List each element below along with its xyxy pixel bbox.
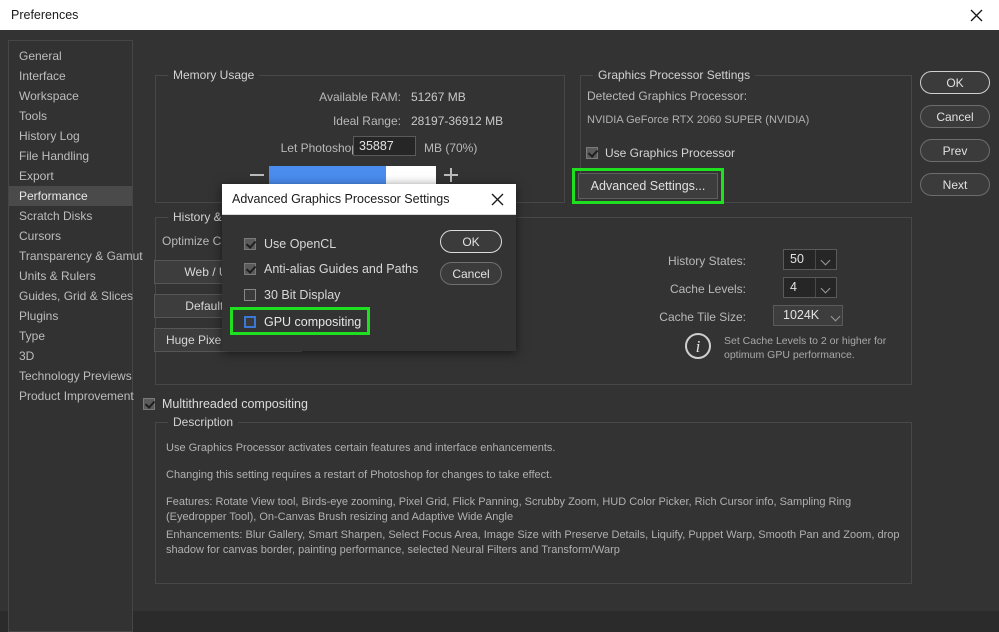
anti-alias-guides-paths-checkbox[interactable]: Anti-alias Guides and Paths	[244, 262, 418, 276]
ideal-range-label: Ideal Range:	[196, 114, 401, 128]
sidebar-item-plugins[interactable]: Plugins	[9, 306, 132, 326]
modal-title: Advanced Graphics Processor Settings	[232, 192, 449, 206]
sidebar-item-type[interactable]: Type	[9, 326, 132, 346]
cache-levels-value: 4	[790, 280, 797, 294]
available-ram-label: Available RAM:	[196, 90, 401, 104]
memory-slider[interactable]	[269, 166, 436, 184]
sidebar-item-scratch-disks[interactable]: Scratch Disks	[9, 206, 132, 226]
memory-unit-percent-label: MB (70%)	[424, 141, 477, 155]
use-opencl-checkbox[interactable]: Use OpenCL	[244, 237, 336, 251]
advanced-settings-button[interactable]: Advanced Settings...	[578, 173, 718, 199]
description-group: Description Use Graphics Processor activ…	[155, 422, 912, 584]
sidebar-item-guides-grid-slices[interactable]: Guides, Grid & Slices	[9, 286, 132, 306]
sidebar-item-units-rulers[interactable]: Units & Rulers	[9, 266, 132, 286]
close-icon[interactable]	[480, 184, 514, 214]
description-paragraph: Enhancements: Blur Gallery, Smart Sharpe…	[166, 528, 901, 558]
gpu-compositing-label: GPU compositing	[264, 315, 361, 329]
cache-tile-size-value: 1024K	[783, 308, 819, 322]
info-icon: i	[685, 333, 711, 359]
cache-levels-label: Cache Levels:	[586, 282, 746, 296]
close-icon[interactable]	[953, 0, 999, 30]
preferences-category-list[interactable]: General Interface Workspace Tools Histor…	[8, 40, 133, 632]
sidebar-item-performance[interactable]: Performance	[9, 186, 132, 206]
chevron-down-icon	[815, 278, 836, 297]
detected-graphics-processor-label: Detected Graphics Processor:	[587, 89, 747, 103]
description-group-title: Description	[168, 415, 238, 429]
available-ram-value: 51267 MB	[411, 90, 466, 104]
cache-tile-size-label: Cache Tile Size:	[586, 310, 746, 324]
advanced-graphics-processor-settings-dialog: Advanced Graphics Processor Settings Use…	[222, 184, 516, 351]
history-states-value: 50	[790, 252, 804, 266]
window-titlebar: Preferences	[0, 0, 999, 31]
plus-icon[interactable]	[444, 168, 458, 182]
sidebar-item-product-improvement[interactable]: Product Improvement	[9, 386, 132, 406]
multithreaded-compositing-checkbox[interactable]: Multithreaded compositing	[143, 397, 308, 411]
memory-slider-fill	[269, 166, 386, 184]
anti-alias-guides-paths-label: Anti-alias Guides and Paths	[264, 262, 418, 276]
detected-graphics-processor-value: NVIDIA GeForce RTX 2060 SUPER (NVIDIA)	[587, 114, 809, 126]
ideal-range-value: 28197-36912 MB	[411, 114, 503, 128]
history-states-label: History States:	[586, 254, 746, 268]
checkbox-icon	[244, 316, 256, 328]
modal-titlebar: Advanced Graphics Processor Settings	[222, 184, 516, 215]
cache-tile-size-dropdown[interactable]: 1024K	[773, 305, 843, 326]
chevron-down-icon	[826, 306, 842, 325]
description-paragraph: Features: Rotate View tool, Birds-eye zo…	[166, 495, 901, 525]
sidebar-item-cursors[interactable]: Cursors	[9, 226, 132, 246]
checkbox-icon	[244, 289, 256, 301]
description-paragraph: Changing this setting requires a restart…	[166, 468, 901, 483]
use-graphics-processor-checkbox[interactable]: Use Graphics Processor	[586, 146, 735, 160]
prev-button[interactable]: Prev	[920, 139, 990, 162]
30-bit-display-label: 30 Bit Display	[264, 288, 340, 302]
checkbox-icon	[143, 398, 155, 410]
ok-button[interactable]: OK	[920, 71, 990, 94]
sidebar-item-history-log[interactable]: History Log	[9, 126, 132, 146]
sidebar-item-3d[interactable]: 3D	[9, 346, 132, 366]
multithreaded-compositing-label: Multithreaded compositing	[162, 397, 308, 411]
sidebar-item-workspace[interactable]: Workspace	[9, 86, 132, 106]
use-graphics-processor-label: Use Graphics Processor	[605, 146, 735, 160]
next-button[interactable]: Next	[920, 173, 990, 196]
modal-cancel-button[interactable]: Cancel	[440, 262, 502, 285]
description-paragraph: Use Graphics Processor activates certain…	[166, 441, 901, 456]
sidebar-item-technology-previews[interactable]: Technology Previews	[9, 366, 132, 386]
cancel-button[interactable]: Cancel	[920, 105, 990, 128]
sidebar-item-interface[interactable]: Interface	[9, 66, 132, 86]
sidebar-item-tools[interactable]: Tools	[9, 106, 132, 126]
cache-levels-dropdown[interactable]: 4	[783, 277, 837, 298]
gpu-compositing-checkbox[interactable]: GPU compositing	[244, 315, 361, 329]
history-states-dropdown[interactable]: 50	[783, 249, 837, 270]
sidebar-item-transparency-gamut[interactable]: Transparency & Gamut	[9, 246, 132, 266]
sidebar-item-file-handling[interactable]: File Handling	[9, 146, 132, 166]
use-opencl-label: Use OpenCL	[264, 237, 336, 251]
30-bit-display-checkbox[interactable]: 30 Bit Display	[244, 288, 340, 302]
checkbox-icon	[244, 238, 256, 250]
checkbox-icon	[244, 263, 256, 275]
memory-usage-group-title: Memory Usage	[168, 68, 259, 82]
sidebar-item-general[interactable]: General	[9, 46, 132, 66]
chevron-down-icon	[815, 250, 836, 269]
modal-ok-button[interactable]: OK	[440, 230, 502, 253]
window-title: Preferences	[11, 8, 78, 22]
checkbox-icon	[586, 147, 598, 159]
minus-icon[interactable]	[250, 168, 264, 182]
graphics-processor-group-title: Graphics Processor Settings	[593, 68, 755, 82]
sidebar-item-export[interactable]: Export	[9, 166, 132, 186]
cache-levels-info-text: Set Cache Levels to 2 or higher for opti…	[724, 334, 914, 362]
let-photoshop-use-input[interactable]	[353, 136, 416, 156]
